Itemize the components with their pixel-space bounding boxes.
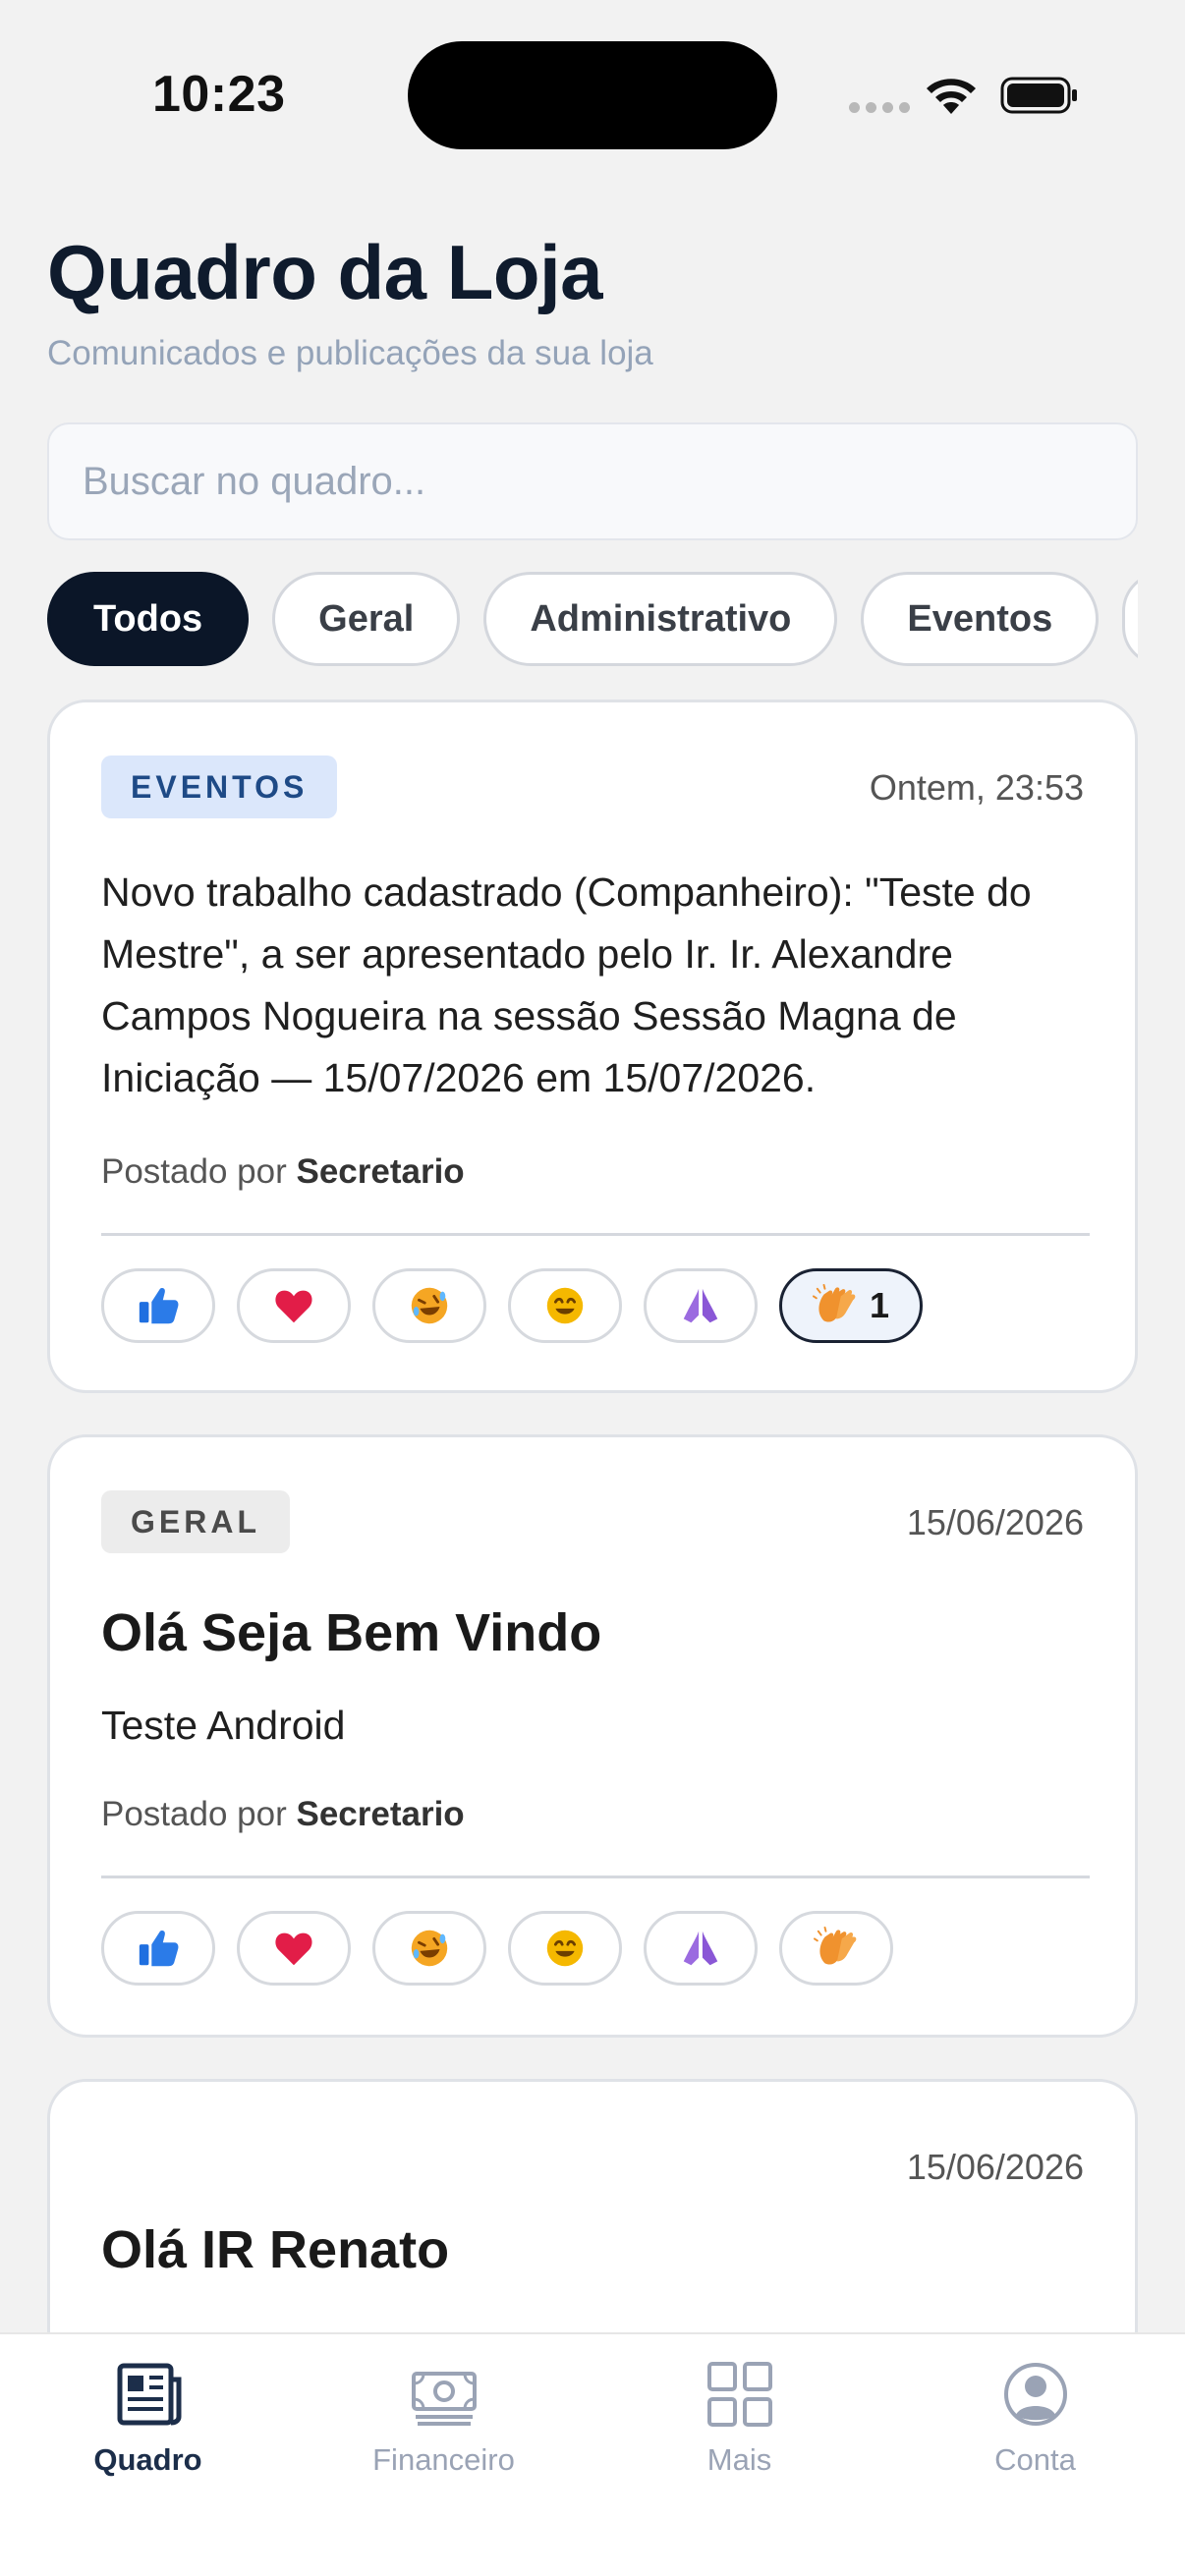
post-date: Ontem, 23:53 [869, 767, 1084, 808]
reaction-love-button[interactable] [237, 1911, 351, 1986]
tab-financeiro[interactable]: Financeiro [296, 2358, 592, 2495]
clapping-hands-icon [814, 1926, 859, 1971]
filter-chip-todos[interactable]: Todos [47, 572, 250, 666]
grid-icon [706, 2362, 772, 2427]
reaction-clap-button[interactable]: 1 [779, 1268, 923, 1343]
money-icon [411, 2372, 477, 2426]
praying-hands-icon [678, 1926, 723, 1971]
user-circle-icon [1003, 2363, 1067, 2426]
post-text: Novo trabalho cadastrado (Companheiro): … [101, 869, 1032, 1100]
smile-icon [542, 1926, 588, 1971]
category-tag: EVENTOS [101, 756, 338, 818]
clapping-hands-icon [813, 1283, 858, 1328]
smile-icon [542, 1283, 588, 1328]
posted-by-label: Postado por [101, 1795, 297, 1833]
search-input[interactable] [49, 424, 1136, 538]
tab-label: Conta [994, 2442, 1076, 2477]
post-card[interactable]: EVENTOS Ontem, 23:53 Novo trabalho cadas… [47, 700, 1138, 1393]
filter-chip-eventos[interactable]: Eventos [861, 572, 1100, 666]
praying-hands-icon [678, 1283, 723, 1328]
reaction-smile-button[interactable] [508, 1268, 622, 1343]
post-author: Postado por Secretario [101, 1152, 465, 1192]
status-time: 10:23 [152, 66, 286, 123]
tab-label: Mais [706, 2442, 772, 2477]
author-name: Secretario [296, 1152, 465, 1191]
reaction-pray-button[interactable] [644, 1911, 758, 1986]
reaction-love-button[interactable] [237, 1268, 351, 1343]
reactions-row: 1 [101, 1268, 923, 1343]
post-title: Olá IR Renato [101, 2220, 450, 2279]
post-card[interactable]: GERAL 15/06/2026 Olá Seja Bem Vindo Test… [47, 1434, 1138, 2038]
reaction-like-button[interactable] [101, 1268, 215, 1343]
post-date: 15/06/2026 [906, 1502, 1084, 1542]
reaction-clap-button[interactable] [779, 1911, 893, 1986]
status-bar: 10:23 [0, 0, 1185, 187]
filter-chips: Todos Geral Administrativo Eventos [47, 572, 1138, 666]
post-title: Olá Seja Bem Vindo [101, 1603, 602, 1662]
cellular-signal-icon [849, 102, 910, 113]
divider [101, 1233, 1090, 1236]
reaction-pray-button[interactable] [644, 1268, 758, 1343]
reaction-laugh-button[interactable] [372, 1268, 486, 1343]
tab-conta[interactable]: Conta [887, 2358, 1183, 2495]
reaction-like-button[interactable] [101, 1911, 215, 1986]
reaction-count: 1 [869, 1285, 890, 1325]
search-box[interactable] [47, 422, 1138, 540]
posted-by-label: Postado por [101, 1152, 297, 1191]
tab-quadro[interactable]: Quadro [0, 2358, 296, 2495]
tab-label: Financeiro [372, 2442, 515, 2477]
category-tag: GERAL [101, 1490, 290, 1553]
filter-chip-administrativo[interactable]: Administrativo [483, 572, 838, 666]
heart-icon [271, 1283, 316, 1328]
tab-mais[interactable]: Mais [592, 2358, 887, 2495]
page-title: Quadro da Loja [47, 229, 603, 315]
reaction-smile-button[interactable] [508, 1911, 622, 1986]
post-text: Teste Android [101, 1703, 346, 1748]
post-date: 15/06/2026 [906, 2147, 1084, 2187]
post-author: Postado por Secretario [101, 1795, 465, 1834]
page-subtitle: Comunicados e publicações da sua loja [47, 334, 653, 372]
bottom-tab-bar: Quadro Financeiro Mais Conta [0, 2332, 1185, 2576]
divider [101, 1876, 1090, 1878]
laugh-icon [407, 1283, 452, 1328]
tab-label: Quadro [93, 2442, 202, 2477]
reactions-row [101, 1911, 893, 1986]
newspaper-icon [117, 2363, 181, 2426]
battery-icon [1000, 77, 1077, 114]
laugh-icon [407, 1926, 452, 1971]
reaction-laugh-button[interactable] [372, 1911, 486, 1986]
filter-chip-geral[interactable]: Geral [272, 572, 461, 666]
filter-chip-more[interactable] [1122, 572, 1138, 666]
dynamic-island [408, 41, 777, 149]
author-name: Secretario [296, 1795, 465, 1833]
heart-icon [271, 1926, 316, 1971]
wifi-icon [927, 79, 976, 114]
thumbs-up-icon [136, 1926, 181, 1971]
thumbs-up-icon [136, 1283, 181, 1328]
